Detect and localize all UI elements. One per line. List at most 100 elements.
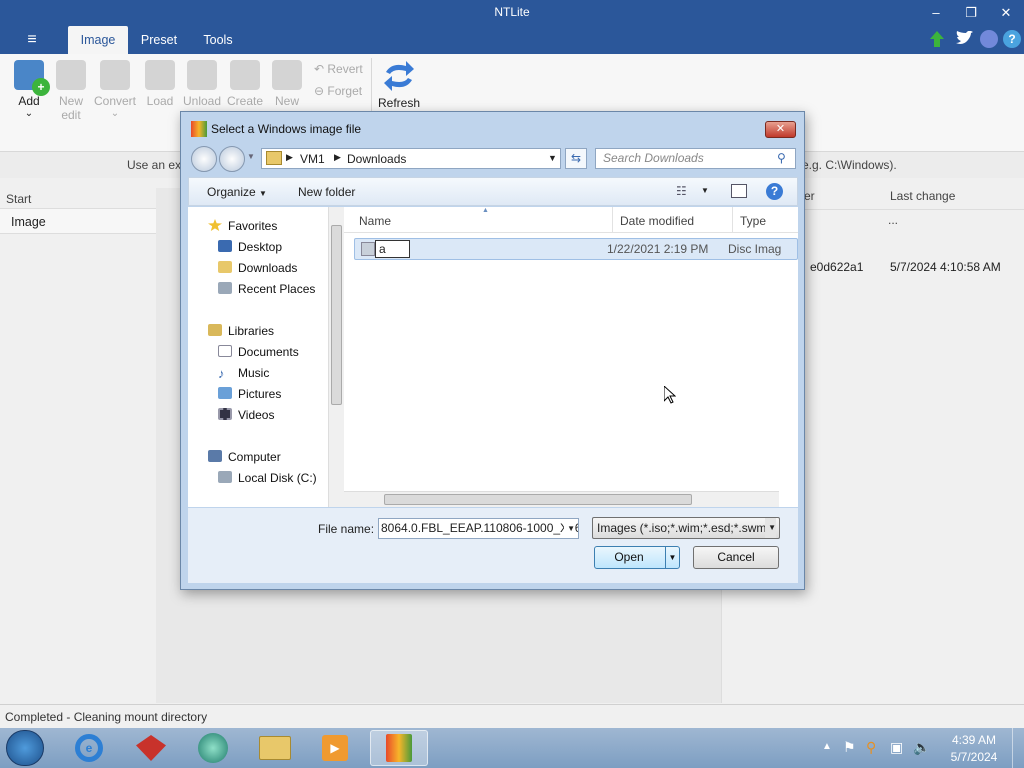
file-row[interactable]: a 1/22/2021 2:19 PM Disc Imag xyxy=(354,238,798,260)
view-dropdown-icon[interactable]: ▼ xyxy=(701,186,709,195)
app-red-icon[interactable] xyxy=(124,730,178,766)
row1-last-change: ... xyxy=(888,213,899,227)
search-icon[interactable]: ⚲ xyxy=(777,151,786,165)
close-button[interactable]: ✕ xyxy=(994,3,1018,23)
disc-image-icon xyxy=(361,242,375,256)
breadcrumb-downloads[interactable]: Downloads xyxy=(347,152,406,166)
tray-expand-icon[interactable]: ▲ xyxy=(822,741,832,752)
start-header: Start xyxy=(6,192,32,206)
horizontal-scrollbar-thumb[interactable] xyxy=(384,494,692,505)
documents-icon xyxy=(218,345,232,357)
new-folder-button[interactable]: New folder xyxy=(298,185,355,199)
media-player-icon[interactable]: ▶ xyxy=(308,730,362,766)
nav-libraries[interactable]: Libraries xyxy=(208,321,274,342)
start-button[interactable] xyxy=(6,730,44,766)
address-dropdown-icon[interactable]: ▼ xyxy=(548,153,557,163)
nav-documents[interactable]: Documents xyxy=(218,342,299,363)
column-header-last-change: Last change xyxy=(890,189,956,203)
column-date-modified[interactable]: Date modified xyxy=(620,214,694,228)
row2-last-change: 5/7/2024 4:10:58 AM xyxy=(890,260,1001,274)
cancel-button[interactable]: Cancel xyxy=(693,546,779,569)
navigation-pane: Favorites Desktop Downloads Recent Place… xyxy=(188,207,344,507)
refresh-location-button[interactable]: ⇆ xyxy=(565,148,587,169)
row2-id[interactable]: e0d622a1 xyxy=(810,260,863,274)
nav-recent-places[interactable]: Recent Places xyxy=(218,279,315,300)
back-button[interactable] xyxy=(191,146,217,172)
new-edit-button[interactable]: New edit xyxy=(49,58,93,122)
image-item[interactable]: Image ◢ xyxy=(0,208,178,234)
convert-button[interactable]: Convert ⌄ xyxy=(93,58,137,119)
menu-icon[interactable]: ≡ xyxy=(18,26,46,54)
revert-button[interactable]: ↶ Revert xyxy=(314,62,363,76)
tab-tools[interactable]: Tools xyxy=(196,26,240,54)
file-explorer-icon[interactable] xyxy=(248,730,302,766)
new-icon xyxy=(272,60,302,90)
flag-icon[interactable]: ⚑ xyxy=(843,739,856,756)
nav-desktop[interactable]: Desktop xyxy=(218,237,282,258)
nav-scrollbar[interactable] xyxy=(328,207,344,507)
nav-computer[interactable]: Computer xyxy=(208,447,281,468)
dialog-title: Select a Windows image file xyxy=(211,122,362,136)
column-divider xyxy=(732,207,733,233)
rename-input[interactable]: a xyxy=(375,240,410,258)
nav-music[interactable]: ♪ Music xyxy=(218,363,269,384)
file-name-dropdown-icon[interactable]: ▼ xyxy=(564,519,575,538)
nav-local-disk[interactable]: Local Disk (C:) xyxy=(218,468,317,489)
load-button[interactable]: Load xyxy=(138,58,182,108)
column-headers: Name ▲ Date modified Type xyxy=(344,207,798,233)
create-icon xyxy=(230,60,260,90)
clock-time[interactable]: 4:39 AM xyxy=(944,733,1004,747)
nav-videos[interactable]: Videos xyxy=(218,405,274,426)
nav-pictures[interactable]: Pictures xyxy=(218,384,281,405)
network-icon[interactable]: ▣ xyxy=(890,739,903,756)
forget-button[interactable]: ⊖ Forget xyxy=(314,84,362,98)
horizontal-scrollbar[interactable] xyxy=(344,491,779,507)
desktop-icon xyxy=(218,240,232,252)
help-icon[interactable]: ? xyxy=(1003,30,1021,48)
forward-button[interactable] xyxy=(219,146,245,172)
minimize-button[interactable]: – xyxy=(924,3,948,23)
organize-button[interactable]: Organize ▼ xyxy=(207,185,267,199)
maximize-button[interactable]: ❐ xyxy=(959,3,983,23)
nav-favorites[interactable]: Favorites xyxy=(208,216,277,237)
open-button[interactable]: Open ▼ xyxy=(594,546,680,569)
nav-downloads[interactable]: Downloads xyxy=(218,258,297,279)
tab-image[interactable]: Image xyxy=(68,26,128,54)
tab-preset[interactable]: Preset xyxy=(136,26,182,54)
dialog-close-button[interactable]: ✕ xyxy=(765,121,796,138)
tray-app-icon[interactable]: ⚲ xyxy=(866,739,876,756)
upgrade-arrow-icon[interactable] xyxy=(930,31,944,47)
revert-icon: ↶ xyxy=(314,62,328,76)
preview-pane-icon[interactable] xyxy=(731,184,747,198)
ntlite-taskbar-icon[interactable] xyxy=(370,730,428,766)
clock-date[interactable]: 5/7/2024 xyxy=(944,750,1004,764)
new-button[interactable]: New xyxy=(265,58,309,108)
breadcrumb-arrow-icon[interactable]: ▶ xyxy=(286,152,293,163)
file-type-filter[interactable]: Images (*.iso;*.wim;*.esd;*.swm ▼ xyxy=(592,517,780,539)
column-name[interactable]: Name xyxy=(359,214,391,228)
address-bar[interactable]: ▶ VM1 ▶ Downloads ▼ xyxy=(261,148,561,169)
file-list: Name ▲ Date modified Type a 1/22/2021 2:… xyxy=(344,207,798,507)
open-dropdown-icon[interactable]: ▼ xyxy=(665,547,679,568)
nav-scrollbar-thumb[interactable] xyxy=(331,225,342,405)
breadcrumb-arrow-icon[interactable]: ▶ xyxy=(334,152,341,163)
column-type[interactable]: Type xyxy=(740,214,766,228)
load-icon xyxy=(145,60,175,90)
filter-dropdown-icon[interactable]: ▼ xyxy=(765,518,776,538)
volume-icon[interactable]: 🔈 xyxy=(913,739,930,756)
show-desktop-button[interactable] xyxy=(1012,728,1024,768)
file-name-input[interactable]: 8064.0.FBL_EEAP.110806-1000_X86 ▼ xyxy=(378,518,579,539)
add-button[interactable]: + Add ⌄ xyxy=(7,58,51,119)
discord-icon[interactable] xyxy=(980,30,998,48)
twitter-icon[interactable] xyxy=(955,30,973,47)
recent-locations-icon[interactable]: ▼ xyxy=(247,152,255,161)
help-icon[interactable]: ? xyxy=(766,183,783,200)
unload-button[interactable]: Unload xyxy=(180,58,224,108)
view-options-icon[interactable]: ☷ xyxy=(676,184,687,198)
refresh-button[interactable]: Refresh xyxy=(376,58,422,110)
internet-explorer-icon[interactable]: e xyxy=(62,730,116,766)
app-teal-icon[interactable] xyxy=(186,730,240,766)
breadcrumb-vm1[interactable]: VM1 xyxy=(300,152,325,166)
search-input[interactable]: Search Downloads xyxy=(595,148,796,169)
create-button[interactable]: Create xyxy=(223,58,267,108)
